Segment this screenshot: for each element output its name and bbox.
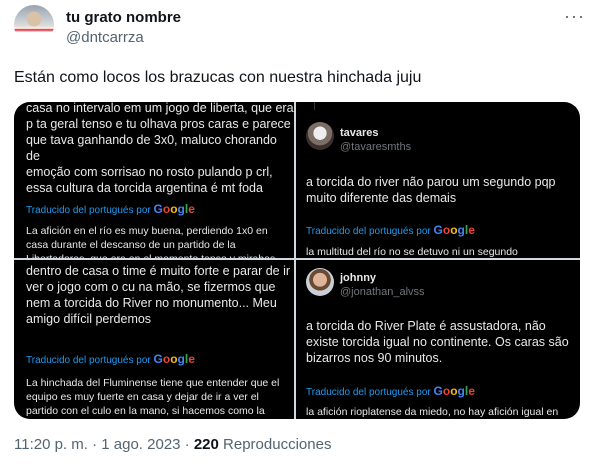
google-logo: Google <box>433 384 475 398</box>
translated-by-label: Traducido del portugués por Google <box>26 202 195 216</box>
media-image-3[interactable]: dentro de casa o time é muito forte e pa… <box>14 260 294 419</box>
translated-by-label: Traducido del portugués por Google <box>306 223 475 237</box>
screenshot-translation: la afición rioplatense da miedo, no hay … <box>306 406 559 418</box>
avatar <box>306 268 334 296</box>
screenshot-text: a torcida do river não parou um segundo … <box>306 175 556 205</box>
tweet-media-grid[interactable]: casa no intervalo em um jogo de liberta,… <box>14 102 580 419</box>
screenshot-text: a torcida do River Plate é assustadora, … <box>306 319 569 365</box>
author-name[interactable]: tu grato nombre <box>66 9 181 26</box>
author-handle[interactable]: @dntcarrza <box>66 29 144 46</box>
media-image-2[interactable]: tavares @tavaresmths a torcida do river … <box>296 102 580 258</box>
screenshot-author-handle: @tavaresmths <box>340 141 412 153</box>
screenshot-text: casa no intervalo em um jogo de liberta,… <box>26 102 294 195</box>
google-logo: Google <box>153 202 195 216</box>
google-logo: Google <box>153 352 195 366</box>
tweet-metadata: 11:20 p. m. · 1 ago. 2023 · 220 Reproduc… <box>14 436 331 453</box>
tweet-text: Están como locos los brazucas con nuestr… <box>14 69 422 86</box>
screenshot-text: dentro de casa o time é muito forte e pa… <box>26 264 291 326</box>
screenshot-author-name: tavares <box>340 127 379 139</box>
google-logo: Google <box>433 223 475 237</box>
screenshot-author-handle: @jonathan_alvss <box>340 286 425 298</box>
translated-by-label: Traducido del portugués por Google <box>26 352 195 366</box>
timestamp[interactable]: 11:20 p. m. · 1 ago. 2023 · <box>14 436 194 453</box>
screenshot-translation: la multitud del río no se detuvo ni un s… <box>306 246 518 258</box>
media-image-4[interactable]: johnny @jonathan_alvss a torcida do Rive… <box>296 260 580 419</box>
thread-line <box>314 102 315 110</box>
more-options-icon[interactable]: ··· <box>564 6 585 27</box>
translated-by-label: Traducido del portugués por Google <box>306 384 475 398</box>
author-avatar[interactable] <box>14 5 54 45</box>
views-count: 220 <box>193 436 219 453</box>
screenshot-translation: La hinchada del Fluminense tiene que ent… <box>26 377 280 417</box>
views-label: Reproducciones <box>218 436 332 453</box>
media-image-1[interactable]: casa no intervalo em um jogo de liberta,… <box>14 102 294 258</box>
screenshot-translation: La afición en el río es muy buena, perdi… <box>26 225 275 258</box>
avatar <box>306 122 334 150</box>
screenshot-author-name: johnny <box>340 272 377 284</box>
